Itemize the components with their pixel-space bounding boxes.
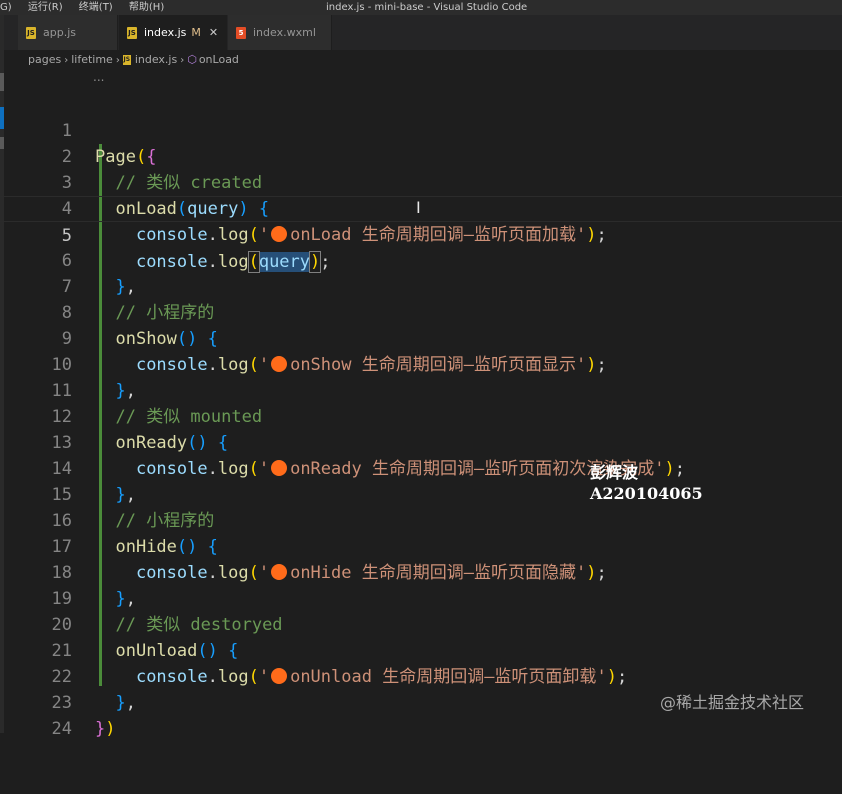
tab-label: index.js [144,26,187,39]
modified-indicator: M [191,26,201,39]
chevron-right-icon: › [64,55,69,66]
breadcrumb-item-symbol[interactable]: onLoad [199,53,239,66]
js-file-icon: JS [26,27,36,39]
menu-bar: G) 运行(R) 终端(T) 帮助(H) [0,0,177,15]
code-line: 17 console.log(' onHide 生命周期回调—监听页面隐藏'); [0,508,842,583]
menu-item-terminal[interactable]: 终端(T) [79,0,113,15]
watermark: @稀土掘金技术社区 [660,693,805,712]
code-line: 9 console.log(' onShow 生命周期回调—监听页面显示'); [0,300,842,375]
tab-label: index.wxml [253,26,316,39]
code-line: 11 // 类似 mounted [0,352,842,427]
code-line: 4 console.log(' onLoad 生命周期回调—监听页面加载'); [0,170,842,245]
tab-label: app.js [43,26,76,39]
code-line: 18 }, [0,534,842,609]
folded-region-marker[interactable]: ... [93,70,104,84]
chevron-right-icon: › [180,55,185,66]
code-line: 13 console.log(' onReady 生命周期回调—监听页面初次渲染完… [0,404,842,479]
code-line: 16 onHide() { [0,482,842,557]
menu-item-help[interactable]: 帮助(H) [129,0,164,15]
tab-bar: JS app.js JS index.js M ✕ 5 index.wxml [4,15,842,50]
window-title: index.js - mini-base - Visual Studio Cod… [326,2,528,13]
code-line: 1 Page({ [0,92,842,167]
html5-file-icon: 5 [236,27,246,39]
code-line: 12 onReady() { [0,378,842,453]
close-icon[interactable]: ✕ [209,26,218,39]
breadcrumb: pages › lifetime › JS index.js › ⬡ onLoad [28,53,239,67]
code-line: 2 // 类似 created [0,118,842,193]
breadcrumb-item-lifetime[interactable]: lifetime [71,53,113,66]
code-line: 6 }, [0,222,842,297]
tab-index-js[interactable]: JS index.js M ✕ [119,15,227,50]
code-line: 3 onLoad(query) { [0,144,842,219]
code-line: 20 onUnload() { [0,586,842,661]
breadcrumb-item-file[interactable]: index.js [135,53,177,66]
author-name-overlay: 彭辉波 [590,463,639,482]
line-number: 24 [51,719,72,739]
author-id-overlay: A220104065 [590,484,703,503]
tab-index-wxml[interactable]: 5 index.wxml [228,15,332,50]
menu-item-run[interactable]: 运行(R) [28,0,63,15]
js-file-icon: JS [127,27,137,39]
menu-item-go[interactable]: G) [0,0,12,15]
code-line: 19 // 类似 destoryed [0,560,842,635]
code-line: 15 // 小程序的 [0,456,842,531]
code-line: 22 }, [0,638,842,713]
title-bar: G) 运行(R) 终端(T) 帮助(H) index.js - mini-bas… [0,0,842,15]
code-line: 14 }, [0,430,842,505]
code-line: 21 console.log(' onUnload 生命周期回调—监听页面卸载')… [0,612,842,687]
tab-app-js[interactable]: JS app.js [18,15,118,50]
code-line: 8 onShow() { [0,274,842,349]
activity-item[interactable] [0,73,4,91]
code-line: 7 // 小程序的 [0,248,842,323]
code-line: 10 }, [0,326,842,401]
chevron-right-icon: › [115,55,120,66]
breadcrumb-item-pages[interactable]: pages [28,53,61,66]
js-file-icon: JS [122,55,131,65]
text-cursor-icon: I [416,198,421,217]
method-cube-icon: ⬡ [187,53,197,66]
code-line: 23 }) [0,664,842,739]
